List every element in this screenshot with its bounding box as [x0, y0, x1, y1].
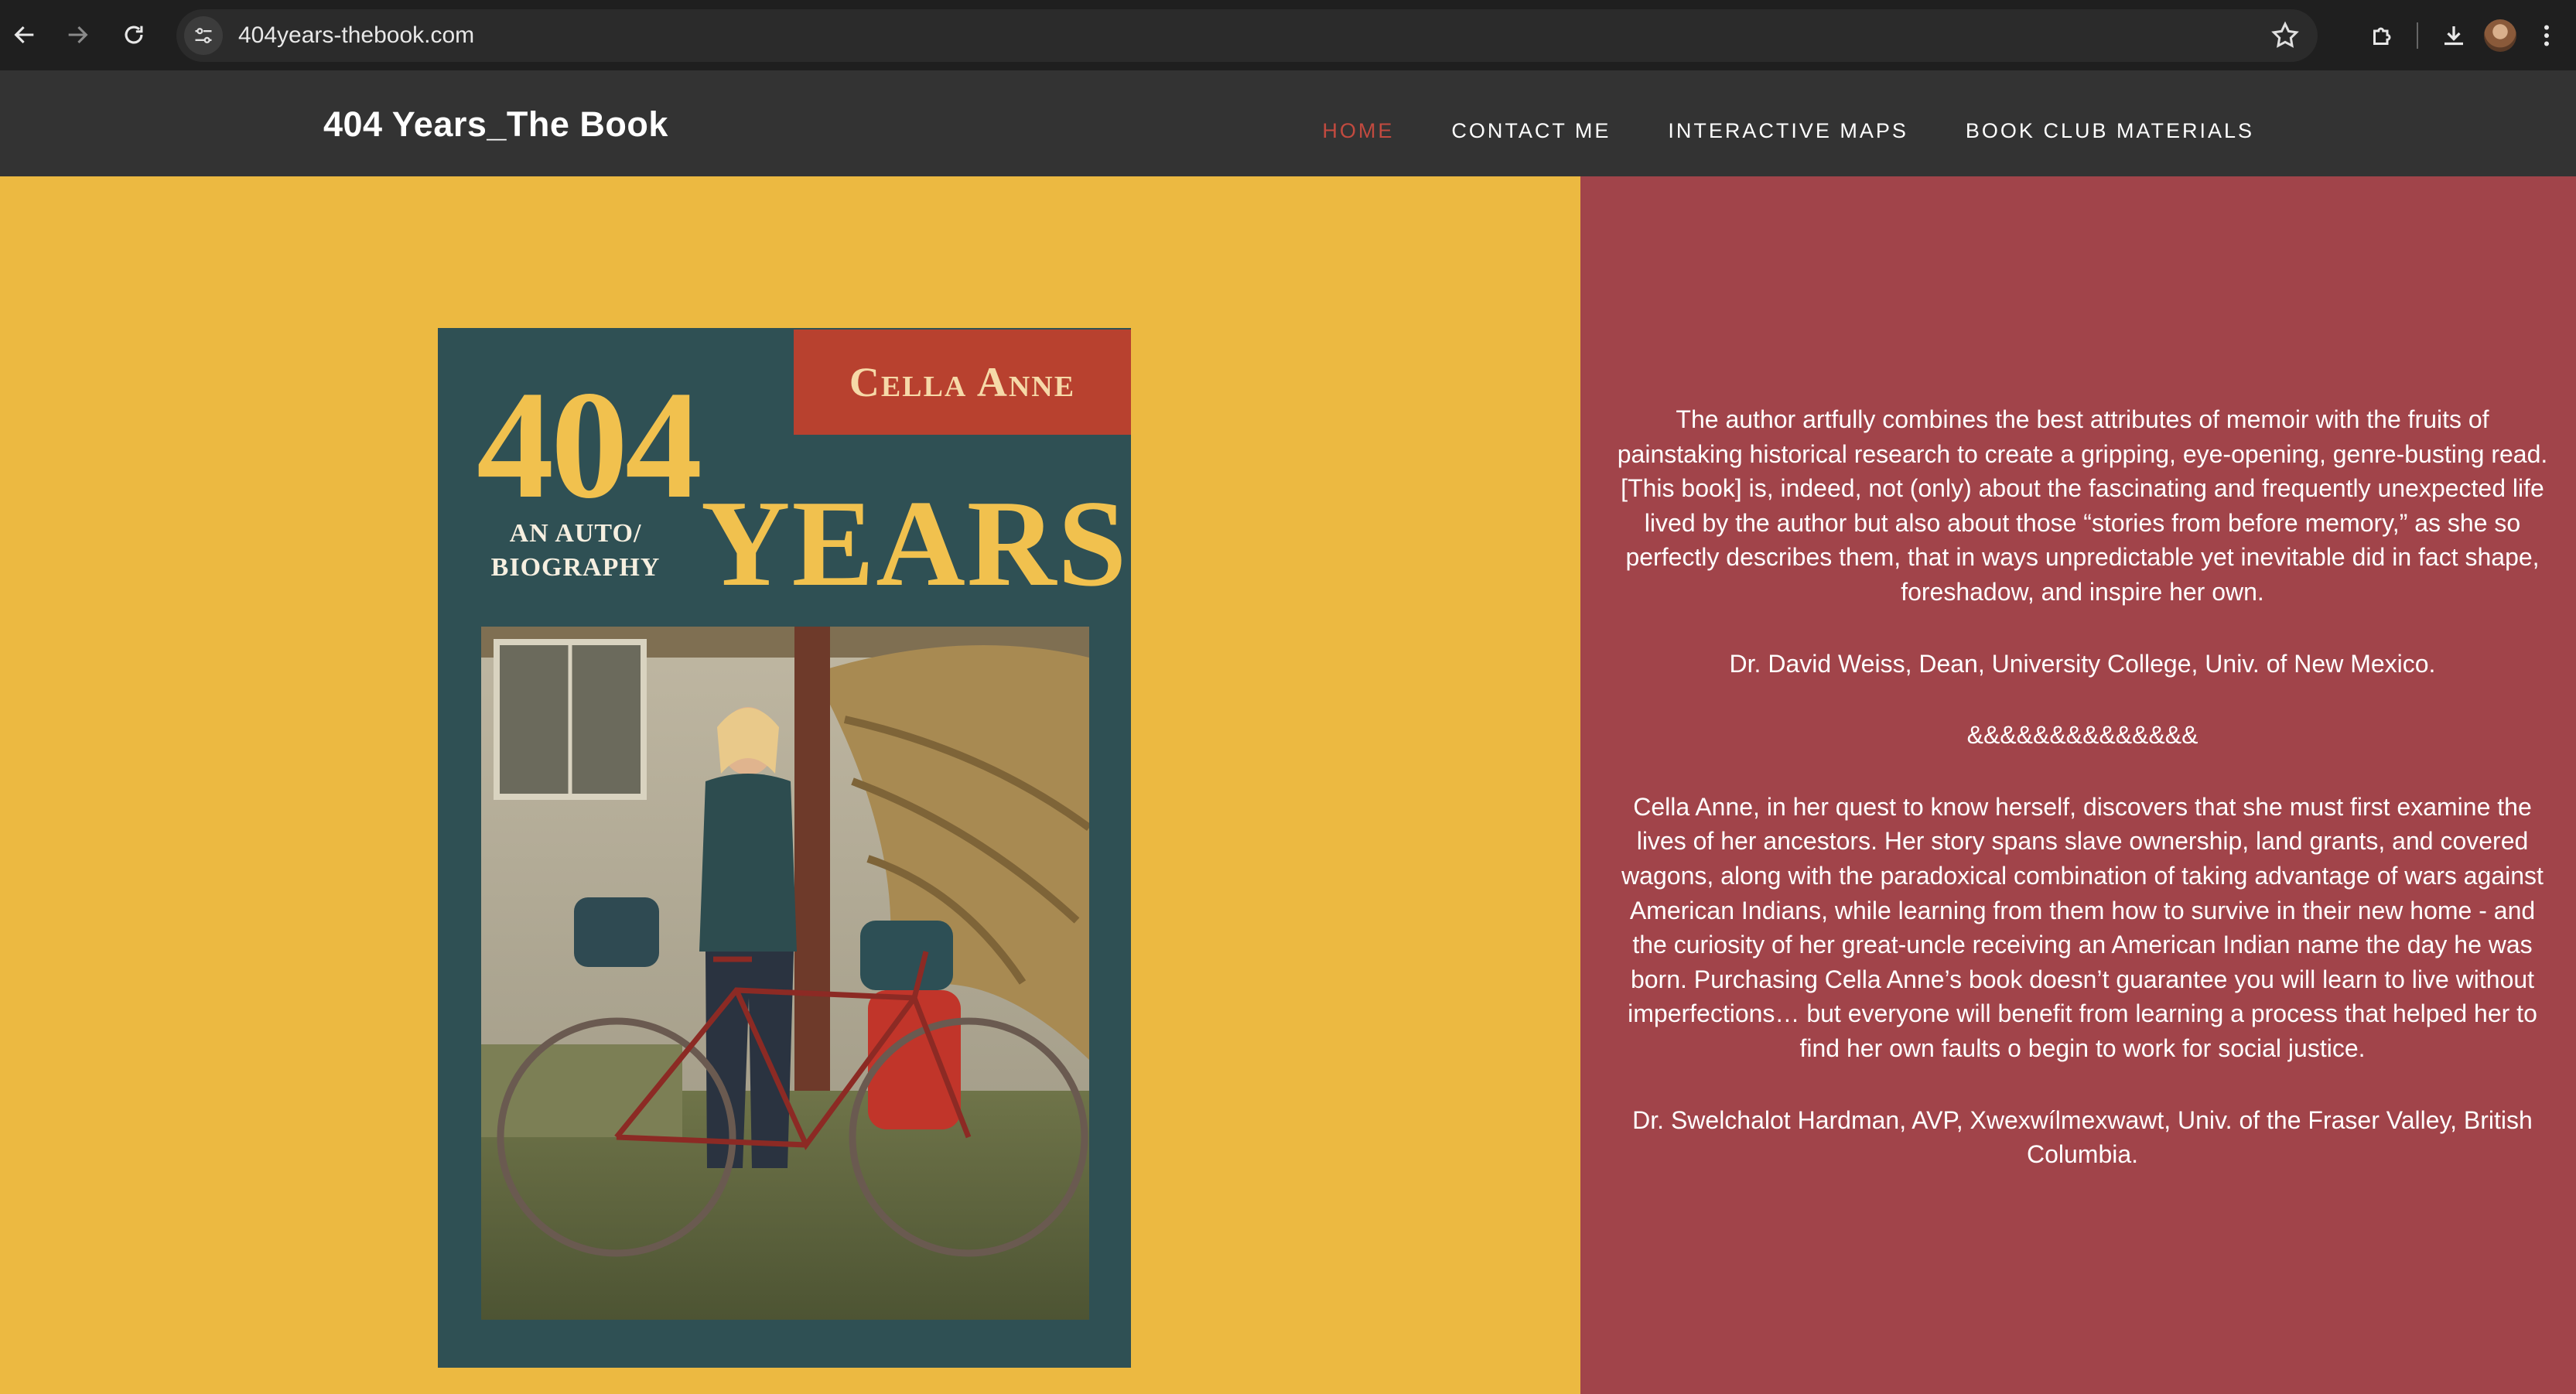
nav-home[interactable]: HOME	[1322, 119, 1394, 143]
site-title[interactable]: 404 Years_The Book	[323, 104, 668, 145]
nav-contact-me[interactable]: CONTACT ME	[1451, 119, 1611, 143]
book-cover: Cella Anne 404 YEARS AN AUTO/ BIOGRAPHY	[438, 328, 1131, 1368]
nav-book-club-materials[interactable]: BOOK CLUB MATERIALS	[1966, 119, 2254, 143]
more-vertical-icon	[2544, 25, 2549, 46]
reload-icon	[125, 26, 143, 44]
testimonials: The author artfully combines the best at…	[1611, 402, 2554, 1209]
back-button[interactable]	[2, 12, 48, 58]
menu-button[interactable]	[2523, 12, 2570, 59]
testimonial-attribution-2: Dr. Swelchalot Hardman, AVP, Xwexwílmexw…	[1632, 1105, 2533, 1169]
extensions-button[interactable]	[2359, 12, 2406, 59]
forward-button[interactable]	[54, 12, 101, 58]
site-info-button[interactable]	[184, 16, 223, 55]
toolbar-separator	[2417, 22, 2418, 49]
tune-icon	[195, 28, 212, 43]
address-bar[interactable]: 404years-thebook.com	[176, 9, 2318, 62]
testimonial-attribution-1: Dr. David Weiss, Dean, University Colleg…	[1729, 649, 2436, 678]
cover-title-number: 404	[477, 360, 702, 531]
profile-button[interactable]	[2477, 12, 2523, 59]
downloads-button[interactable]	[2431, 12, 2477, 59]
cover-subtitle-line1: AN AUTO/	[509, 519, 642, 548]
arrow-right-icon	[68, 26, 88, 44]
puzzle-icon	[2373, 27, 2391, 45]
cover-author-box: Cella Anne	[794, 330, 1131, 435]
cover-subtitle-line2: BIOGRAPHY	[490, 553, 661, 582]
testimonial-quote-2: Cella Anne, in her quest to know herself…	[1621, 792, 2544, 1062]
arrow-left-icon	[14, 26, 34, 44]
testimonial-quote-1: The author artfully combines the best at…	[1617, 405, 2548, 606]
nav-interactive-maps[interactable]: INTERACTIVE MAPS	[1668, 119, 1908, 143]
bookmark-star-icon[interactable]	[2270, 20, 2301, 51]
reload-button[interactable]	[111, 12, 157, 58]
cover-photo	[481, 627, 1089, 1320]
url-text[interactable]: 404years-thebook.com	[238, 22, 474, 49]
toolbar-actions	[2359, 0, 2576, 70]
site-header: 404 Years_The Book HOME CONTACT ME INTER…	[0, 70, 2576, 176]
cover-subtitle: AN AUTO/ BIOGRAPHY	[484, 517, 667, 585]
cover-author: Cella Anne	[849, 359, 1076, 405]
testimonial-divider: &&&&&&&&&&&&&&	[1966, 721, 2198, 750]
avatar	[2484, 19, 2516, 52]
cover-title-word: YEARS	[701, 474, 1129, 612]
browser-toolbar: 404years-thebook.com	[0, 0, 2576, 70]
download-icon	[2444, 26, 2463, 45]
main-nav: HOME CONTACT ME INTERACTIVE MAPS BOOK CL…	[1322, 119, 2254, 143]
